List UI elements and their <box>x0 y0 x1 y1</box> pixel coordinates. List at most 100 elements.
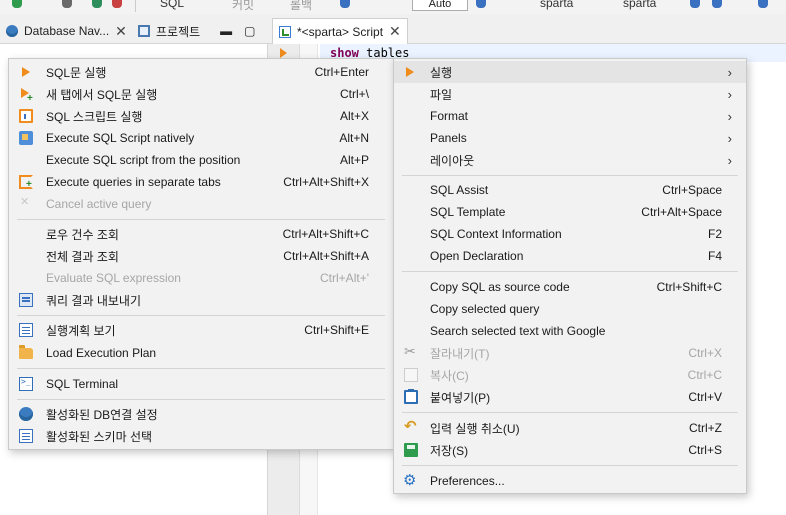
menu-item-open-declaration[interactable]: Open Declaration F4 <box>394 245 746 267</box>
format-icon[interactable] <box>690 0 700 8</box>
menu-item-search-google[interactable]: Search selected text with Google <box>394 320 746 342</box>
gear-icon <box>403 471 418 489</box>
menu-item-sql-terminal[interactable]: SQL Terminal <box>9 373 393 395</box>
menu-item-load-plan[interactable]: Load Execution Plan <box>9 342 393 364</box>
menu-item-panels[interactable]: Panels › <box>394 127 746 149</box>
folder-icon <box>19 345 33 359</box>
tab-database-navigator[interactable]: Database Nav... ✕ <box>0 18 133 44</box>
refresh-icon[interactable] <box>92 0 102 8</box>
menu-item-fetch-all[interactable]: 전체 결과 조회 Ctrl+Alt+Shift+A <box>9 245 393 267</box>
menu-item-shortcut: F2 <box>707 227 722 241</box>
menu-item-execute-from-position[interactable]: Execute SQL script from the position Alt… <box>9 149 393 171</box>
menu-item-label: 활성화된 스키마 선택 <box>46 429 153 444</box>
menu-item-format[interactable]: Format › <box>394 105 746 127</box>
menu-separator <box>17 315 385 316</box>
menu-item-sql-assist[interactable]: SQL Assist Ctrl+Space <box>394 179 746 201</box>
commit-button[interactable]: 커밋 <box>232 0 254 13</box>
datasource-select[interactable]: sparta <box>540 0 573 10</box>
tab-projects[interactable]: 프로젝트 ▬ ▢ <box>132 18 262 44</box>
menu-item-label: 레이아웃 <box>430 153 475 168</box>
export-icon <box>19 293 33 307</box>
database-icon <box>6 25 18 37</box>
menu-item-preferences[interactable]: Preferences... <box>394 470 746 492</box>
project-icon <box>138 25 150 37</box>
transaction-mode-select[interactable]: Auto <box>412 0 468 11</box>
transaction-icon[interactable] <box>340 0 350 8</box>
menu-item-shortcut: Ctrl+Alt+Shift+C <box>282 227 369 241</box>
grid-icon[interactable] <box>712 0 722 8</box>
menu-item-shortcut: Ctrl+V <box>688 390 722 404</box>
menu-item-execute-sql[interactable]: SQL문 실행 Ctrl+Enter <box>9 61 393 83</box>
rollback-button[interactable]: 롤백 <box>290 0 312 13</box>
menu-item-execute-natively[interactable]: Execute SQL Script natively Alt+N <box>9 127 393 149</box>
menu-item-label: 복사(C) <box>430 368 469 383</box>
menu-item-label: 활성화된 DB연결 설정 <box>46 407 158 422</box>
menu-item-copy-as-source[interactable]: Copy SQL as source code Ctrl+Shift+C <box>394 276 746 298</box>
menu-item-label: Copy SQL as source code <box>430 280 570 294</box>
menu-item-save[interactable]: 저장(S) Ctrl+S <box>394 439 746 461</box>
menu-item-label: Format <box>430 109 469 123</box>
menu-item-shortcut: Ctrl+Alt+Shift+X <box>283 175 369 189</box>
menu-item-shortcut: Ctrl+Alt+Shift+A <box>283 249 369 263</box>
cancel-icon <box>19 195 33 211</box>
close-icon[interactable]: ✕ <box>389 23 401 40</box>
menu-item-shortcut: Ctrl+Shift+C <box>656 280 722 294</box>
menu-item-label: Cancel active query <box>46 197 152 211</box>
submenu-arrow-icon: › <box>727 64 732 80</box>
menu-item-file[interactable]: 파일 › <box>394 83 746 105</box>
run-marker-icon <box>280 48 287 58</box>
tab-label: *<sparta> Script <box>297 24 384 39</box>
menu-separator <box>402 465 738 466</box>
close-icon[interactable]: ✕ <box>115 23 127 40</box>
menu-item-label: SQL 스크립트 실행 <box>46 109 143 124</box>
sql-editor-context-menu: SQL문 실행 Ctrl+Enter 새 탭에서 SQL문 실행 Ctrl+\ … <box>8 58 394 450</box>
menu-item-evaluate-expression: Evaluate SQL expression Ctrl+Alt+' <box>9 267 393 289</box>
new-connection-icon[interactable] <box>12 0 22 8</box>
minimize-icon[interactable]: ▬ <box>220 24 232 38</box>
menu-item-cancel-query: Cancel active query <box>9 193 393 215</box>
menu-item-label: Preferences... <box>430 474 505 488</box>
sql-button[interactable]: SQL <box>160 0 184 10</box>
menu-separator <box>402 175 738 176</box>
maximize-icon[interactable]: ▢ <box>244 24 255 38</box>
menu-item-shortcut: Ctrl+Shift+E <box>304 323 369 337</box>
script-run-icon <box>19 109 33 123</box>
menu-item-label: 실행 <box>430 65 453 80</box>
menu-item-row-count[interactable]: 로우 건수 조회 Ctrl+Alt+Shift+C <box>9 223 393 245</box>
menu-item-execute[interactable]: 실행 › <box>394 61 746 83</box>
menu-item-label: SQL문 실행 <box>46 65 107 80</box>
connect-icon[interactable] <box>62 0 72 8</box>
schema-icon <box>19 429 33 443</box>
native-script-icon <box>19 131 33 145</box>
disconnect-icon[interactable] <box>112 0 122 8</box>
menu-item-separate-tabs[interactable]: Execute queries in separate tabs Ctrl+Al… <box>9 171 393 193</box>
menu-item-layout[interactable]: 레이아웃 › <box>394 149 746 171</box>
menu-item-active-connection[interactable]: 활성화된 DB연결 설정 <box>9 403 393 425</box>
menu-item-shortcut: F4 <box>707 249 722 263</box>
menu-item-label: 로우 건수 조회 <box>46 227 119 242</box>
run-new-tab-icon <box>21 88 33 104</box>
menu-item-undo[interactable]: 입력 실행 취소(U) Ctrl+Z <box>394 417 746 439</box>
menu-item-active-schema[interactable]: 활성화된 스키마 선택 <box>9 425 393 447</box>
history-icon[interactable] <box>476 0 486 8</box>
schema-select[interactable]: sparta <box>623 0 656 10</box>
menu-item-context-info[interactable]: SQL Context Information F2 <box>394 223 746 245</box>
search-icon[interactable] <box>758 0 768 8</box>
menu-item-export-results[interactable]: 쿼리 결과 내보내기 <box>9 289 393 311</box>
editor-context-menu: 실행 › 파일 › Format › Panels › 레이아웃 › SQL A… <box>393 58 747 494</box>
menu-item-label: SQL Terminal <box>46 377 119 391</box>
menu-item-paste[interactable]: 붙여넣기(P) Ctrl+V <box>394 386 746 408</box>
menu-item-sql-template[interactable]: SQL Template Ctrl+Alt+Space <box>394 201 746 223</box>
menu-item-copy-selected-query[interactable]: Copy selected query <box>394 298 746 320</box>
tab-sql-script[interactable]: *<sparta> Script ✕ <box>272 18 408 44</box>
run-play-icon <box>22 67 30 77</box>
menu-item-shortcut: Ctrl+Enter <box>314 65 369 79</box>
menu-item-explain-plan[interactable]: 실행계획 보기 Ctrl+Shift+E <box>9 319 393 341</box>
menu-item-label: Copy selected query <box>430 302 540 316</box>
menu-item-label: 쿼리 결과 내보내기 <box>46 293 141 308</box>
save-icon <box>404 443 418 457</box>
menu-item-label: Execute SQL Script natively <box>46 131 195 145</box>
menu-item-execute-new-tab[interactable]: 새 탭에서 SQL문 실행 Ctrl+\ <box>9 83 393 105</box>
menu-item-cut: 잘라내기(T) Ctrl+X <box>394 342 746 364</box>
menu-item-execute-script[interactable]: SQL 스크립트 실행 Alt+X <box>9 105 393 127</box>
